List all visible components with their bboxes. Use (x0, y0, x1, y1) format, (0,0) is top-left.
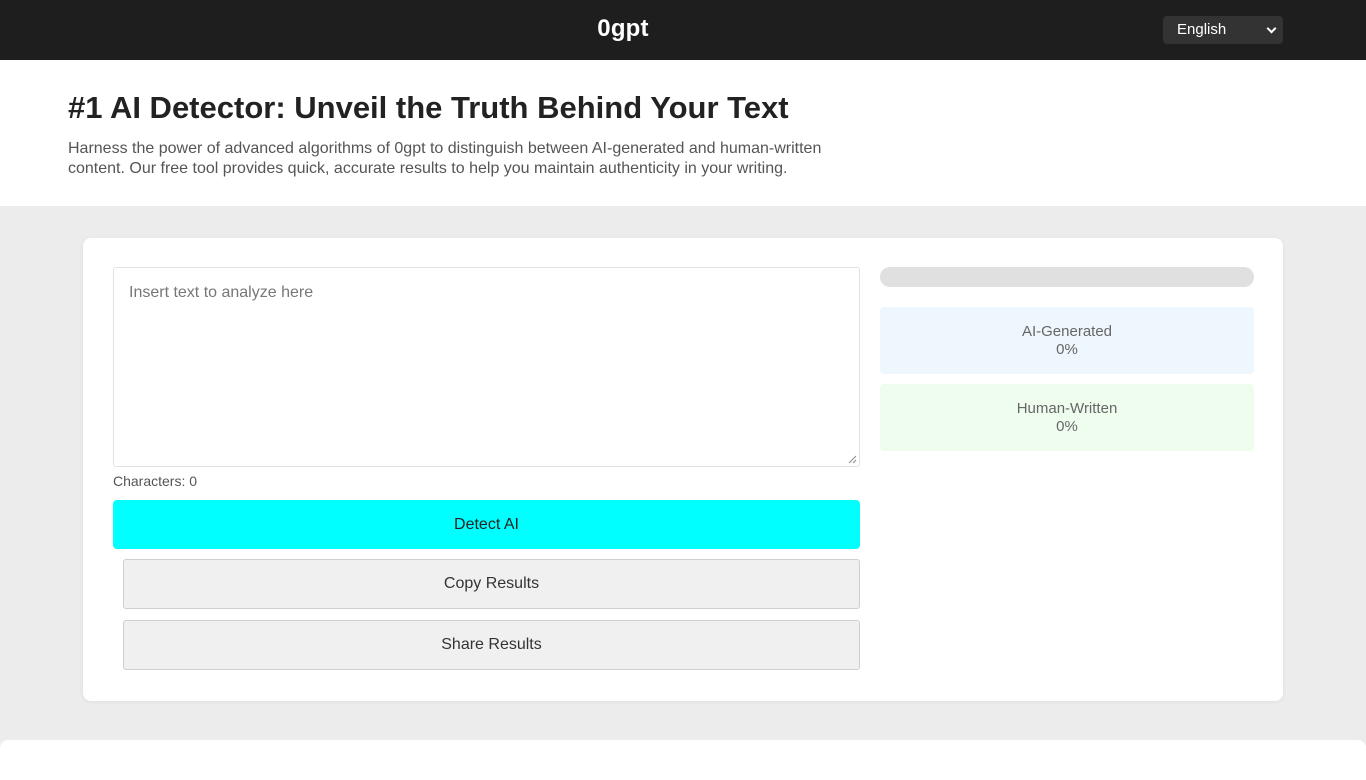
next-section-card (0, 740, 1366, 780)
ai-generated-value: 0% (1056, 341, 1078, 358)
copy-results-button[interactable]: Copy Results (123, 559, 860, 609)
ai-generated-label: AI-Generated (1021, 323, 1113, 340)
chevron-down-icon (1266, 23, 1277, 34)
language-select-value: English (1177, 21, 1227, 38)
brand-logo[interactable]: 0gpt (0, 15, 1246, 43)
ai-generated-result: AI-Generated 0% (880, 307, 1254, 374)
detect-ai-button[interactable]: Detect AI (113, 500, 860, 549)
share-results-button[interactable]: Share Results (123, 620, 860, 670)
text-input[interactable]: Insert text to analyze here (113, 267, 860, 467)
character-count: Characters: 0 (113, 473, 198, 489)
human-written-label: Human-Written (1016, 400, 1118, 417)
text-input-placeholder: Insert text to analyze here (129, 284, 314, 301)
human-written-value: 0% (1056, 418, 1078, 435)
resize-handle-icon[interactable] (848, 455, 857, 464)
human-written-result: Human-Written 0% (880, 384, 1254, 451)
top-navbar: 0gpt English (0, 0, 1366, 60)
page-description: Harness the power of advanced algorithms… (68, 140, 822, 177)
hero-section: #1 AI Detector: Unveil the Truth Behind … (0, 60, 1366, 206)
language-select[interactable]: English (1163, 16, 1283, 44)
result-progress-bar (880, 267, 1254, 287)
page-title: #1 AI Detector: Unveil the Truth Behind … (68, 90, 789, 125)
